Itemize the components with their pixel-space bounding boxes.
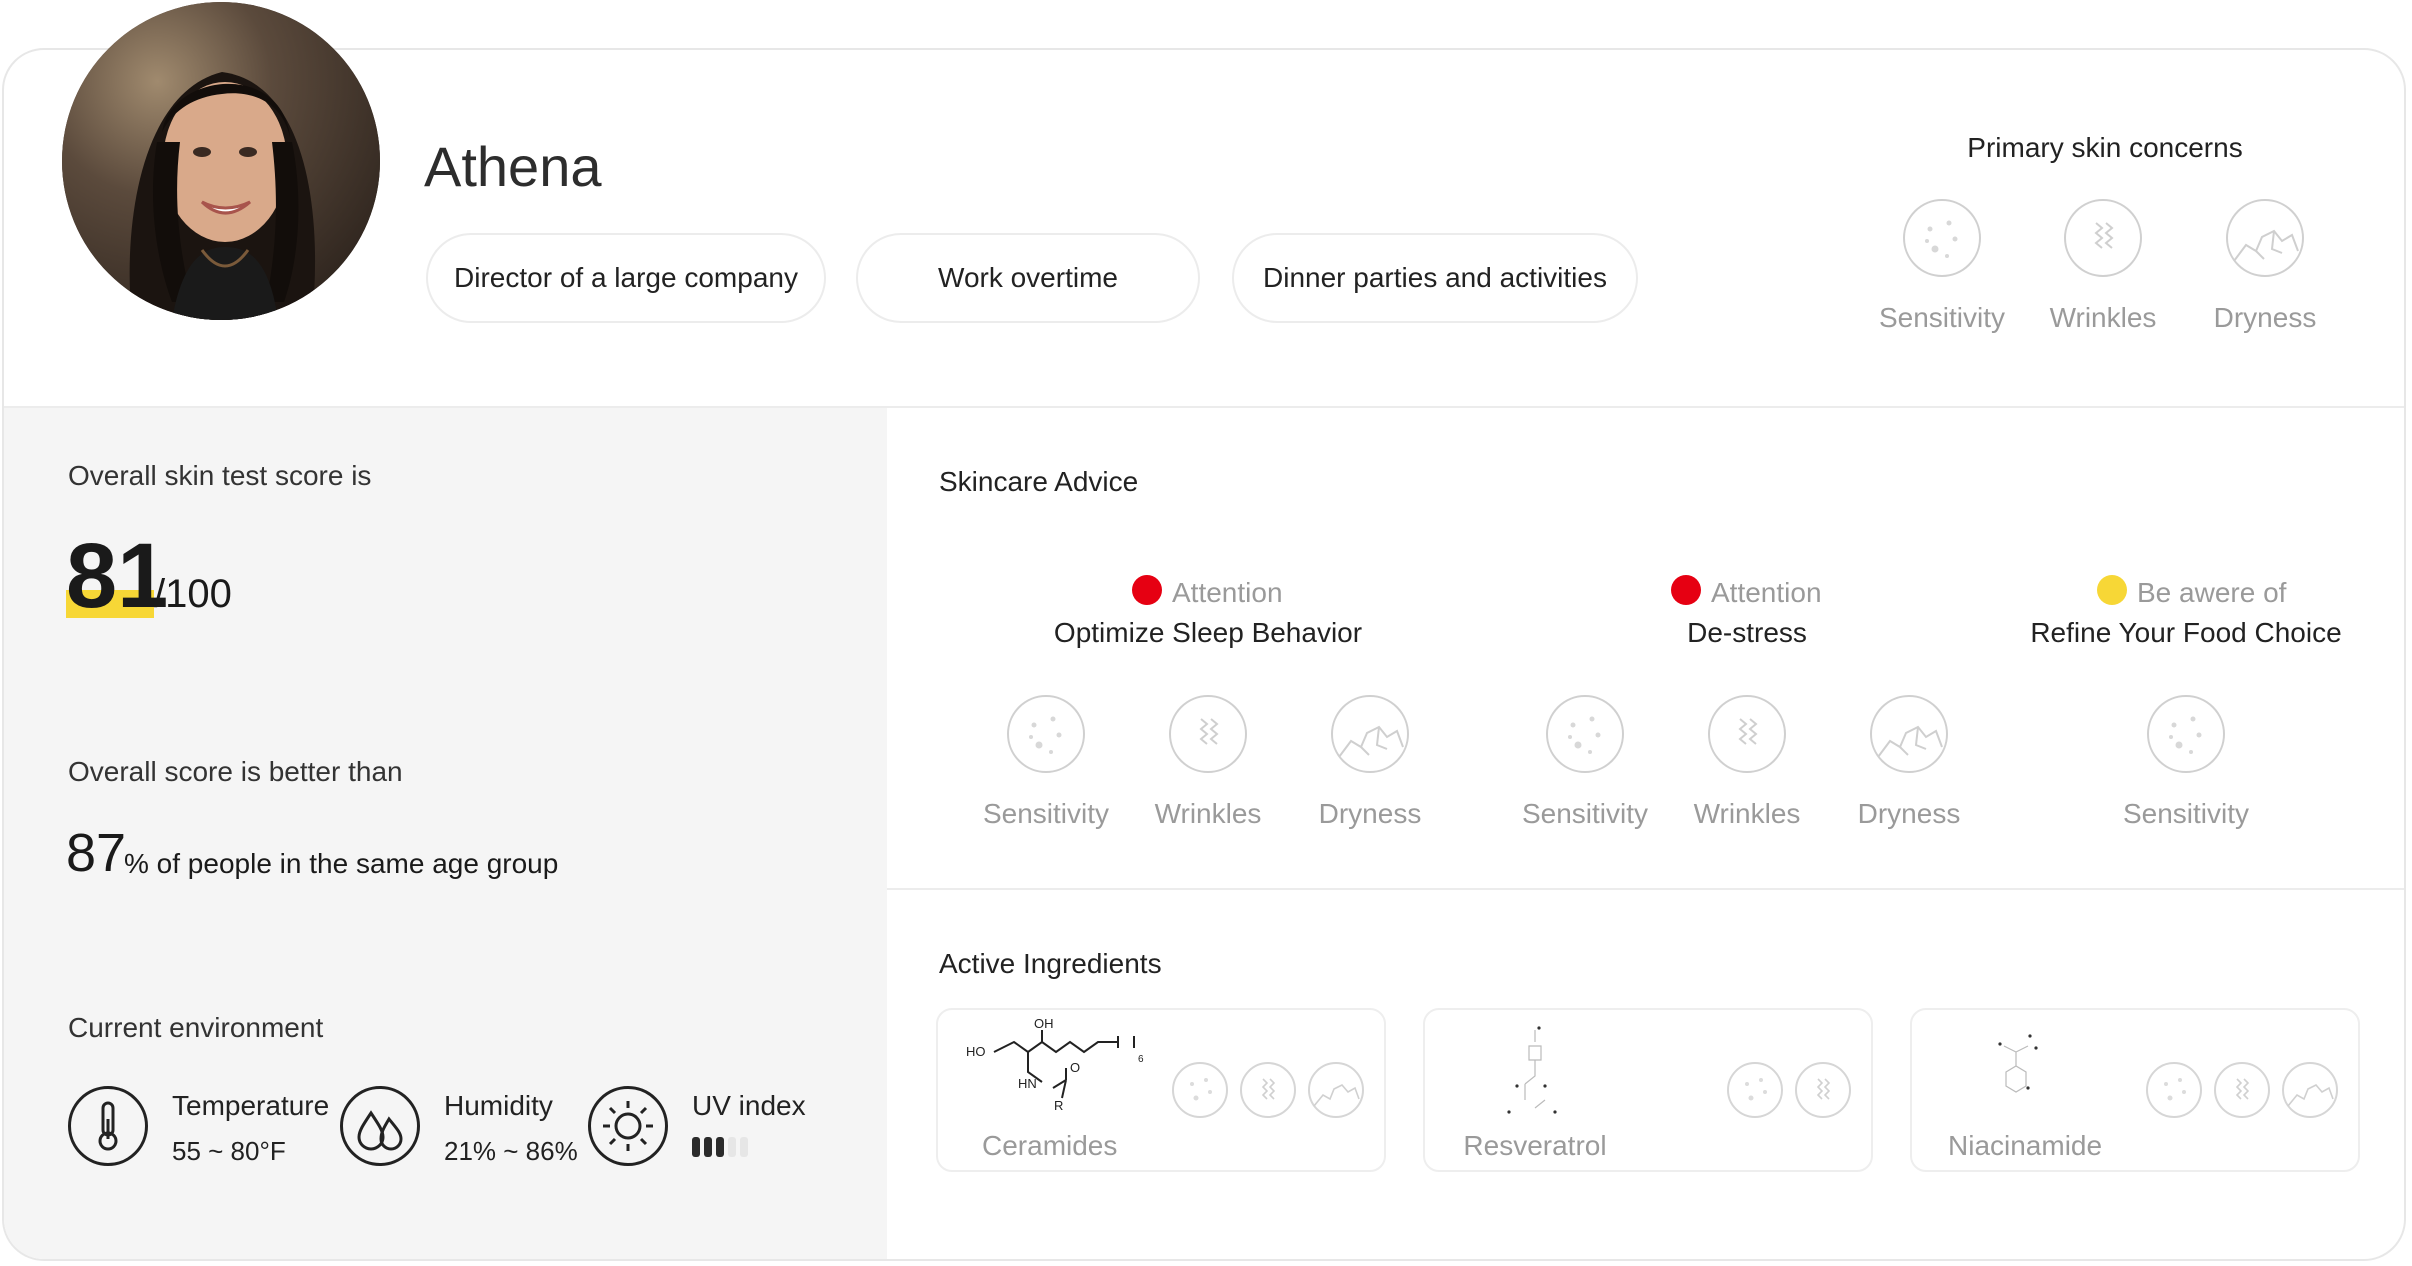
primary-concerns-title: Primary skin concerns [1967,132,2243,163]
comparison-label: Overall score is better than [68,756,403,787]
humidity-value: 21% ~ 86% [444,1136,578,1166]
uv-level-bar [728,1137,736,1157]
status-label: Attention [1172,577,1283,608]
dryness-icon [2282,1062,2338,1118]
status-dot [2097,575,2127,605]
wrinkles-icon [1795,1062,1851,1118]
tag-label: Dinner parties and activities [1263,262,1607,293]
sensitivity-icon [2147,695,2225,773]
sensitivity-icon [1546,695,1624,773]
advice-group-title: De-stress [1687,617,1807,648]
dryness-icon [1870,695,1948,773]
advice-item-label: Sensitivity [2122,798,2250,829]
status-dot [1132,575,1162,605]
uv-label: UV index [692,1090,806,1121]
advice-item-label: Dryness [1857,798,1961,829]
advice-item-label: Sensitivity [1521,798,1649,829]
wrinkles-icon [2214,1062,2270,1118]
portrait-illustration [62,2,380,320]
uv-meter [692,1136,792,1158]
score-value: 81 [66,525,169,627]
tag-label: Director of a large company [454,262,798,293]
environment-title: Current environment [68,1012,324,1043]
structure-label: O [1070,1060,1080,1075]
wrinkles-icon [1708,695,1786,773]
humidity-label: Humidity [444,1090,553,1121]
ingredient-card-resveratrol[interactable]: Resveratrol [1423,1008,1873,1172]
uv-level-bar [716,1137,724,1157]
ingredient-card-ceramides[interactable]: OH HO HN R O 6 Ceramides [936,1008,1386,1172]
ingredient-name: Ceramides [982,1130,1118,1161]
structure-label: OH [1034,1016,1054,1031]
resveratrol-structure [1507,1026,1557,1114]
thermometer-icon [68,1086,148,1166]
structure-label: HN [1018,1076,1037,1091]
niacinamide-structure [1998,1034,2038,1093]
sensitivity-icon [1903,199,1981,277]
wrinkles-icon [1240,1062,1296,1118]
advice-title: Skincare Advice [939,466,1139,497]
structure-label: R [1054,1098,1063,1113]
ingredient-name: Niacinamide [1948,1130,2103,1161]
concern-label: Dryness [2213,302,2317,333]
advice-item-label: Sensitivity [982,798,1110,829]
advice-item-label: Dryness [1318,798,1422,829]
uv-level-bar [692,1137,700,1157]
ingredient-card-niacinamide[interactable]: Niacinamide [1910,1008,2360,1172]
temperature-value: 55 ~ 80°F [172,1136,286,1166]
tag-chip-work[interactable]: Work overtime [856,233,1200,323]
ceramides-structure: OH HO HN R O 6 [966,1016,1144,1113]
section-divider [887,888,2404,890]
wrinkles-icon [2064,199,2142,277]
concern-label: Sensitivity [1878,302,2006,333]
ingredients-title: Active Ingredients [939,948,1162,979]
sensitivity-icon [2146,1062,2202,1118]
sensitivity-icon [1172,1062,1228,1118]
avatar [62,2,380,320]
percent-value: 87 [66,823,127,883]
wrinkles-icon [1169,695,1247,773]
tag-chip-lifestyle[interactable]: Dinner parties and activities [1232,233,1638,323]
tag-chip-occupation[interactable]: Director of a large company [426,233,826,323]
status-label: Be awere of [2137,577,2287,608]
percent-suffix: % of people in the same age group [124,848,559,879]
dryness-icon [1308,1062,1364,1118]
temperature-label: Temperature [172,1090,330,1121]
ingredient-name: Resveratrol [1463,1130,1607,1161]
score-label: Overall skin test score is [68,460,372,491]
sensitivity-icon [1007,695,1085,773]
droplets-icon [340,1086,420,1166]
tag-label: Work overtime [938,262,1118,293]
advice-group-title: Optimize Sleep Behavior [1053,617,1363,648]
uv-level-bar [704,1137,712,1157]
structure-label: 6 [1138,1054,1144,1065]
dryness-icon [1331,695,1409,773]
status-dot [1671,575,1701,605]
concern-label: Wrinkles [2049,302,2157,333]
uv-level-bar [740,1137,748,1157]
sun-icon [588,1086,668,1166]
status-label: Attention [1711,577,1822,608]
advice-item-label: Wrinkles [1154,798,1262,829]
advice-item-label: Wrinkles [1693,798,1801,829]
advice-group-title: Refine Your Food Choice [2030,617,2342,648]
profile-name: Athena [424,135,602,198]
sensitivity-icon [1727,1062,1783,1118]
structure-label: HO [966,1044,986,1059]
dryness-icon [2226,199,2304,277]
